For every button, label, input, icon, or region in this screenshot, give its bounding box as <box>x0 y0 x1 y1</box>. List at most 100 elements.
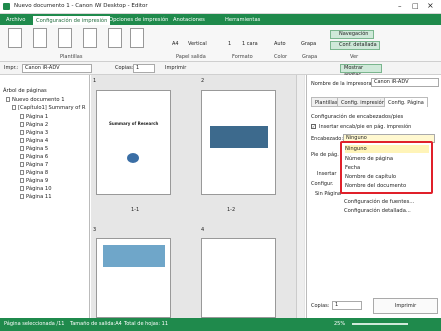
page-label: Página 5 <box>26 146 49 152</box>
preview-area: 1 2 Summary of Research 1-1 1-2 3 4 <box>91 75 305 318</box>
tree-chapter[interactable]: [Capítulo1] Summary of R <box>12 105 85 112</box>
template-thumb-1[interactable] <box>8 28 22 48</box>
status-selected-page: Página seleccionada /11 <box>4 321 65 327</box>
detail-settings-toggle[interactable]: Conf. detallada <box>330 41 380 50</box>
tree-page-9[interactable]: Página 9 <box>20 178 48 185</box>
page-label: Página 2 <box>26 122 49 128</box>
group-paper: Papel salida <box>176 54 206 60</box>
printer-select[interactable]: Canon iR-ADV <box>22 64 92 73</box>
tree-page-10[interactable]: Página 10 <box>20 186 52 193</box>
tab-print-config[interactable]: Config. impresión <box>337 97 389 107</box>
tree-page-6[interactable]: Página 6 <box>20 154 48 161</box>
template-thumb-4[interactable] <box>83 28 97 48</box>
pages-per-sheet[interactable]: 1 <box>228 41 231 47</box>
page-label: Página 3 <box>26 130 49 136</box>
page-number-2: 2 <box>201 78 205 84</box>
tree-page-3[interactable]: Página 3 <box>20 130 48 137</box>
toolbar: Impr.: Canon iR-ADV Copias: 1 Imprimir M… <box>0 62 441 78</box>
page-icon <box>20 122 24 127</box>
preview-page-3[interactable] <box>96 238 171 318</box>
color-mode[interactable]: Auto <box>274 41 286 47</box>
template-thumb-6[interactable] <box>130 28 144 48</box>
template-thumb-3[interactable] <box>58 28 72 48</box>
tab-print-settings[interactable]: Configuración de impresión <box>32 15 112 25</box>
group-templates: Plantillas <box>60 54 83 60</box>
status-total-sheets: Total de hojas: 11 <box>124 321 169 327</box>
orientation[interactable]: Vertical <box>188 41 207 47</box>
printer-label: Impr.: <box>4 65 19 71</box>
page-number-3: 3 <box>93 227 97 233</box>
option-font-settings[interactable]: Configuración de fuentes... <box>344 199 414 205</box>
tree-page-7[interactable]: Página 7 <box>20 162 48 169</box>
navigation-toggle[interactable]: Navegación <box>330 30 374 39</box>
show-annotations-button[interactable]: Mostrar anotac. <box>340 64 382 78</box>
page-label: Página 1 <box>26 114 49 120</box>
page-label: Página 11 <box>26 194 52 200</box>
minimize-button[interactable]: – <box>398 2 402 10</box>
insert-header-label: Insertar encab/pie en pág. impresión <box>319 124 412 130</box>
template-thumb-5[interactable] <box>108 28 122 48</box>
option-detailed-settings[interactable]: Configuración detallada... <box>344 208 411 214</box>
insert-header-checkbox[interactable]: ✓ <box>311 124 316 129</box>
tab-tools[interactable]: Herramientas <box>222 15 263 25</box>
option-document-name[interactable]: Nombre del documento <box>345 182 406 190</box>
paper-size[interactable]: A4 <box>172 41 179 47</box>
group-color: Color <box>274 54 288 60</box>
printer-name-select[interactable]: Canon iR-ADV <box>371 78 439 87</box>
maximize-button[interactable]: □ <box>412 2 419 10</box>
print-main-button[interactable]: Imprimir <box>373 298 438 314</box>
tree-chapter-label: [Capítulo1] Summary of R <box>18 105 86 111</box>
tree-root[interactable]: Nuevo documento 1 <box>6 97 65 104</box>
page-label: Página 4 <box>26 138 49 144</box>
print-button[interactable]: Imprimir <box>165 65 186 71</box>
tree-page-8[interactable]: Página 8 <box>20 170 48 177</box>
tab-page-config[interactable]: Config. Página <box>384 97 428 107</box>
tree-page-5[interactable]: Página 5 <box>20 146 48 153</box>
option-chapter-name[interactable]: Nombre de capítulo <box>345 173 396 181</box>
zoom-slider[interactable] <box>352 323 408 325</box>
tree-page-11[interactable]: Página 11 <box>20 194 52 201</box>
copies-input[interactable]: 1 <box>133 64 155 73</box>
preview-page-1[interactable]: Summary of Research <box>96 90 171 195</box>
group-view: Ver <box>350 54 359 60</box>
page-number-1: 1 <box>93 78 97 84</box>
page-icon <box>20 186 24 191</box>
no-page-label: Sin Página <box>315 191 341 197</box>
page-icon <box>20 154 24 159</box>
zoom-level: 25% <box>334 321 346 327</box>
title-bar: Nuevo documento 1 - Canon iW Desktop - E… <box>0 0 441 14</box>
preview-page-2[interactable] <box>201 90 276 195</box>
page1-title: Summary of Research <box>109 121 159 126</box>
page-label: Página 6 <box>26 154 49 160</box>
bottom-copies-input[interactable]: 1 <box>332 301 362 310</box>
tree-page-4[interactable]: Página 4 <box>20 138 48 145</box>
tree-page-1[interactable]: Página 1 <box>20 114 48 121</box>
page2-photo <box>210 126 268 148</box>
option-page-number[interactable]: Número de página <box>345 155 393 163</box>
print-main-label: Imprimir <box>394 303 417 309</box>
staple-option[interactable]: Grapa <box>301 41 316 47</box>
option-date[interactable]: Fecha <box>345 164 360 172</box>
tree-header: Árbol de páginas <box>3 88 47 94</box>
preview-page-4[interactable] <box>201 238 276 318</box>
bottom-copies-label: Copias: <box>311 303 330 309</box>
status-bar: Página seleccionada /11 Tamaño de salida… <box>0 318 441 331</box>
page-icon <box>20 178 24 183</box>
sides[interactable]: 1 cara <box>242 41 258 47</box>
page-icon <box>20 146 24 151</box>
page-number-4: 4 <box>201 227 205 233</box>
tree-page-2[interactable]: Página 2 <box>20 122 48 129</box>
page-icon <box>20 130 24 135</box>
templates-gallery[interactable] <box>8 28 144 56</box>
header-dropdown-options: Ninguno Número de página Fecha Nombre de… <box>340 141 433 194</box>
template-thumb-2[interactable] <box>33 28 47 48</box>
option-none[interactable]: Ninguno <box>345 145 429 153</box>
close-button[interactable]: × <box>427 1 434 10</box>
ribbon: Plantillas A4 Vertical Papel salida 1 1 … <box>0 25 441 62</box>
tab-print-options[interactable]: Opciones de impresión <box>106 15 171 25</box>
vertical-scrollbar[interactable] <box>296 75 304 318</box>
insert2-label: Insertar <box>317 171 337 177</box>
copies-label: Copias: <box>115 65 134 71</box>
tab-annotations[interactable]: Anotaciones <box>170 15 208 25</box>
tab-archivo[interactable]: Archivo <box>3 15 28 25</box>
